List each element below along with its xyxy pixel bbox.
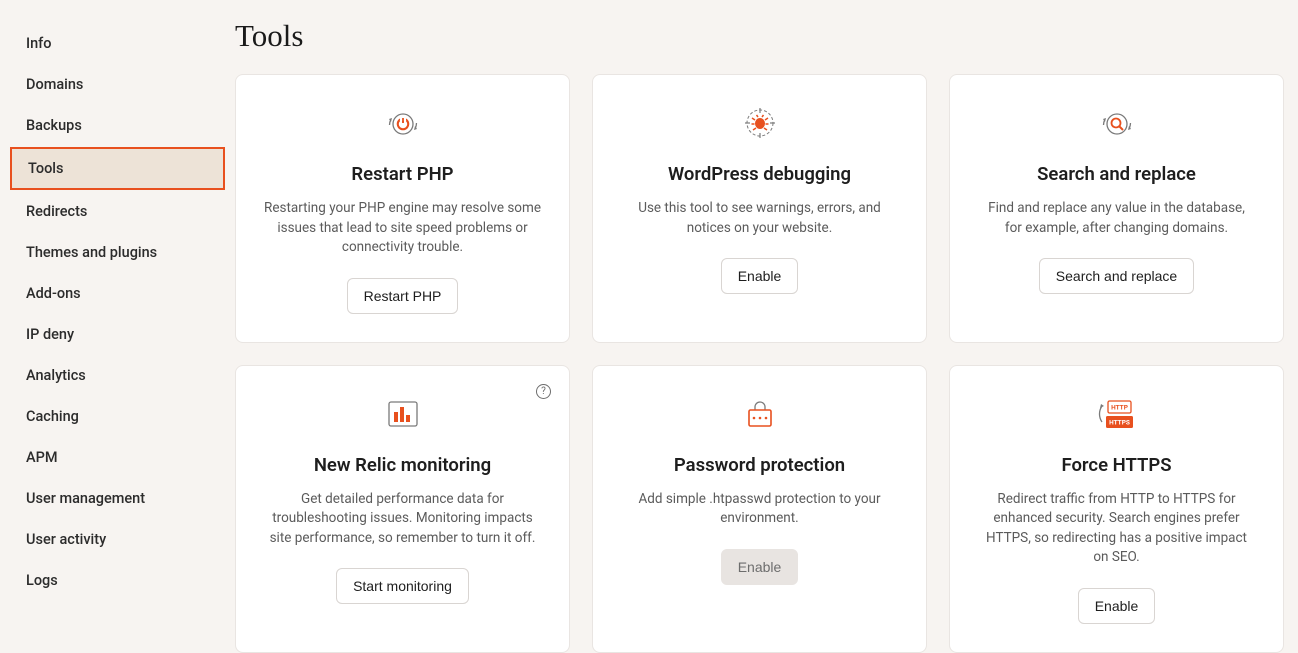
- bug-icon: [742, 105, 778, 141]
- sidebar-item-logs[interactable]: Logs: [10, 561, 225, 600]
- sidebar-item-user-management[interactable]: User management: [10, 479, 225, 518]
- card-desc: Restarting your PHP engine may resolve s…: [264, 199, 541, 258]
- sidebar-item-themes-plugins[interactable]: Themes and plugins: [10, 233, 225, 272]
- sidebar-item-tools[interactable]: Tools: [10, 147, 225, 190]
- lock-icon: [742, 396, 778, 432]
- sidebar-item-caching[interactable]: Caching: [10, 397, 225, 436]
- sidebar-item-add-ons[interactable]: Add-ons: [10, 274, 225, 313]
- card-wp-debugging: WordPress debugging Use this tool to see…: [592, 74, 927, 343]
- bar-chart-icon: [385, 396, 421, 432]
- card-title: Force HTTPS: [1061, 454, 1171, 476]
- wp-debug-enable-button[interactable]: Enable: [721, 258, 799, 294]
- sidebar-item-apm[interactable]: APM: [10, 438, 225, 477]
- https-icon: HTTP HTTPS: [1096, 396, 1138, 432]
- sidebar-item-domains[interactable]: Domains: [10, 65, 225, 104]
- card-new-relic: ? New Relic monitoring Get detailed perf…: [235, 365, 570, 653]
- card-desc: Add simple .htpasswd protection to your …: [621, 490, 898, 529]
- sidebar: Info Domains Backups Tools Redirects The…: [0, 0, 235, 625]
- sidebar-item-info[interactable]: Info: [10, 24, 225, 63]
- start-monitoring-button[interactable]: Start monitoring: [336, 568, 469, 604]
- svg-text:HTTPS: HTTPS: [1109, 418, 1130, 426]
- sidebar-item-user-activity[interactable]: User activity: [10, 520, 225, 559]
- card-title: Search and replace: [1037, 163, 1196, 185]
- restart-php-icon: [385, 105, 421, 141]
- card-desc: Get detailed performance data for troubl…: [264, 490, 541, 549]
- card-title: New Relic monitoring: [314, 454, 491, 476]
- card-desc: Use this tool to see warnings, errors, a…: [621, 199, 898, 238]
- main-content: Tools Restart PHP Restarting yo: [235, 0, 1298, 625]
- card-restart-php: Restart PHP Restarting your PHP engine m…: [235, 74, 570, 343]
- card-title: Restart PHP: [351, 163, 453, 185]
- search-replace-button[interactable]: Search and replace: [1039, 258, 1194, 294]
- svg-text:HTTP: HTTP: [1111, 403, 1128, 411]
- restart-php-button[interactable]: Restart PHP: [347, 278, 459, 314]
- sidebar-item-backups[interactable]: Backups: [10, 106, 225, 145]
- card-force-https: HTTP HTTPS Force HTTPS Redirect traffic …: [949, 365, 1284, 653]
- card-desc: Redirect traffic from HTTP to HTTPS for …: [978, 490, 1255, 568]
- sidebar-item-analytics[interactable]: Analytics: [10, 356, 225, 395]
- card-title: WordPress debugging: [668, 163, 851, 185]
- sidebar-item-redirects[interactable]: Redirects: [10, 192, 225, 231]
- card-search-replace: Search and replace Find and replace any …: [949, 74, 1284, 343]
- force-https-enable-button[interactable]: Enable: [1078, 588, 1156, 624]
- card-password-protection: Password protection Add simple .htpasswd…: [592, 365, 927, 653]
- card-title: Password protection: [674, 454, 845, 476]
- sidebar-item-ip-deny[interactable]: IP deny: [10, 315, 225, 354]
- password-enable-button[interactable]: Enable: [721, 549, 799, 585]
- page-title: Tools: [235, 18, 1288, 54]
- help-icon[interactable]: ?: [536, 384, 551, 399]
- search-replace-icon: [1099, 105, 1135, 141]
- card-desc: Find and replace any value in the databa…: [978, 199, 1255, 238]
- tool-cards: Restart PHP Restarting your PHP engine m…: [235, 74, 1288, 653]
